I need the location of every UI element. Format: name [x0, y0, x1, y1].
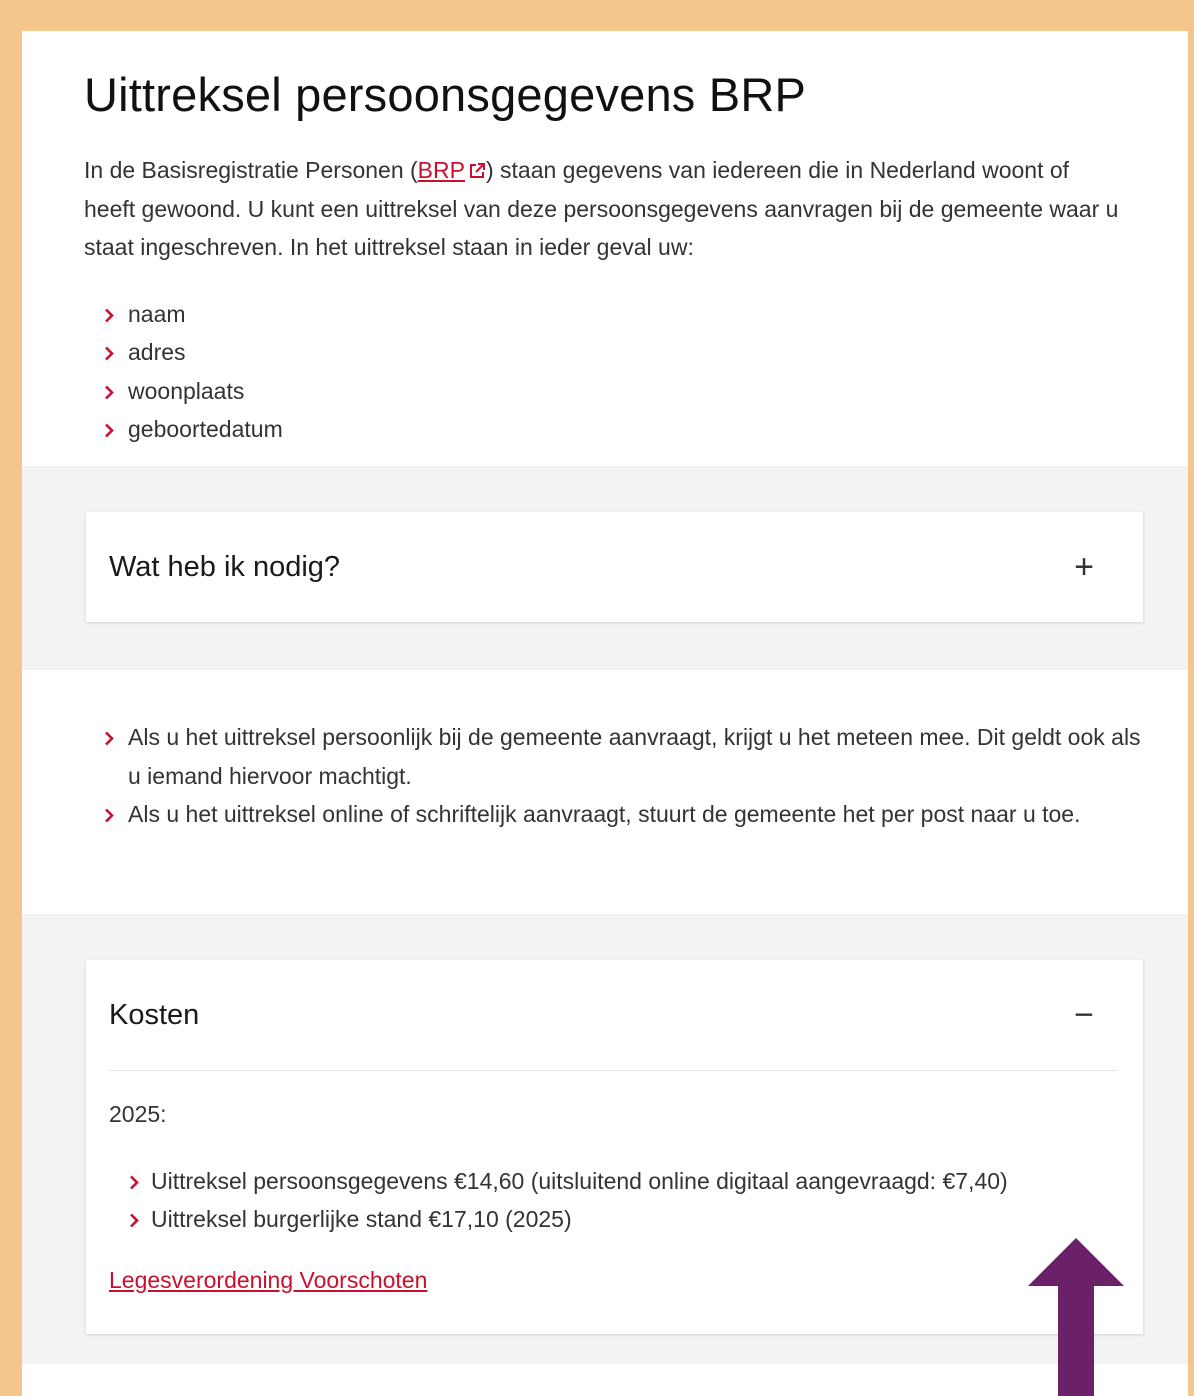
brp-link[interactable]: BRP — [418, 157, 486, 183]
minus-icon[interactable]: − — [1069, 998, 1099, 1032]
accordion-costs-body: 2025: Uittreksel persoonsgegevens €14,60… — [86, 1071, 1143, 1334]
list-item: Als u het uittreksel persoonlijk bij de … — [84, 718, 1158, 795]
list-item-label: Als u het uittreksel online of schriftel… — [128, 801, 1081, 827]
arrow-up-annotation — [1028, 1238, 1124, 1396]
chevron-right-icon — [105, 731, 114, 746]
chevron-right-icon — [130, 1175, 139, 1189]
legesverordening-link[interactable]: Legesverordening Voorschoten — [109, 1267, 427, 1294]
chevron-right-icon — [105, 308, 114, 322]
chevron-right-icon — [105, 808, 114, 823]
accordion-costs: Kosten − 2025: Uittreksel persoonsgegeve… — [86, 960, 1143, 1334]
person-data-list: naam adres woonplaats geboortedatum — [84, 295, 1126, 449]
brp-link-label[interactable]: BRP — [418, 157, 465, 183]
delivery-list: Als u het uittreksel persoonlijk bij de … — [84, 718, 1158, 834]
intro-paragraph: In de Basisregistratie Personen (BRP) st… — [84, 151, 1126, 267]
list-item-label: Uittreksel persoonsgegevens €14,60 (uits… — [151, 1167, 1008, 1194]
list-item: naam — [84, 295, 1126, 334]
list-item-label: woonplaats — [128, 377, 245, 404]
intro-section: Uittreksel persoonsgegevens BRP In de Ba… — [22, 31, 1188, 466]
accordion-band-costs: Kosten − 2025: Uittreksel persoonsgegeve… — [22, 914, 1188, 1364]
list-item-label: geboortedatum — [128, 416, 283, 442]
intro-text-start: In de Basisregistratie Personen ( — [84, 157, 418, 183]
page-title: Uittreksel persoonsgegevens BRP — [84, 68, 807, 121]
accordion-costs-header[interactable]: Kosten − — [86, 960, 1143, 1070]
list-item: Als u het uittreksel online of schriftel… — [84, 795, 1158, 834]
list-item: adres — [84, 333, 1126, 372]
costs-list: Uittreksel persoonsgegevens €14,60 (uits… — [109, 1162, 1120, 1239]
accordion-costs-title[interactable]: Kosten — [109, 999, 199, 1032]
external-link-icon — [469, 163, 485, 178]
chevron-right-icon — [130, 1213, 139, 1228]
plus-icon[interactable]: + — [1069, 550, 1099, 584]
list-item: Uittreksel burgerlijke stand €17,10 (202… — [109, 1200, 1120, 1239]
accordion-needed: Wat heb ik nodig? + — [86, 512, 1143, 622]
list-item-label: naam — [128, 300, 186, 327]
list-item: Uittreksel persoonsgegevens €14,60 (uits… — [109, 1162, 1120, 1201]
accordion-needed-title[interactable]: Wat heb ik nodig? — [109, 551, 340, 584]
accordion-needed-header[interactable]: Wat heb ik nodig? + — [86, 512, 1143, 622]
chevron-right-icon — [105, 385, 114, 399]
list-item: geboortedatum — [84, 410, 1126, 449]
list-item-label: adres — [128, 339, 186, 365]
page-content: Uittreksel persoonsgegevens BRP In de Ba… — [22, 31, 1188, 1396]
list-item-label: Als u het uittreksel persoonlijk bij de … — [128, 724, 1141, 789]
delivery-section: Als u het uittreksel persoonlijk bij de … — [22, 670, 1188, 914]
list-item-label: Uittreksel burgerlijke stand €17,10 (202… — [151, 1206, 572, 1232]
list-item: woonplaats — [84, 372, 1126, 411]
chevron-right-icon — [105, 423, 114, 438]
costs-year: 2025: — [109, 1101, 167, 1127]
chevron-right-icon — [105, 346, 114, 361]
accordion-band-needed: Wat heb ik nodig? + — [22, 466, 1188, 670]
